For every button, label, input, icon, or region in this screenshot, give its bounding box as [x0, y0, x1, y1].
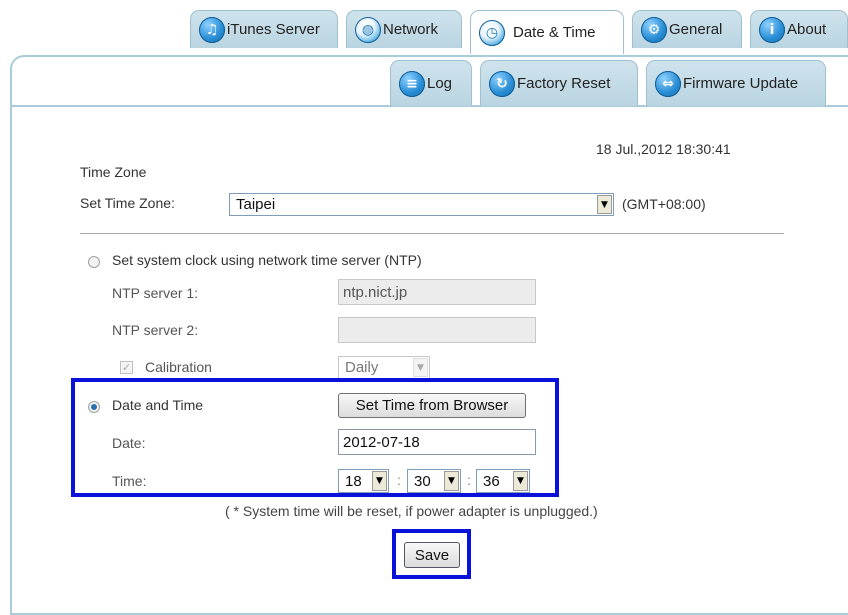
calibration-label: Calibration	[145, 359, 212, 375]
tab-label: Date & Time	[513, 24, 596, 41]
time-separator: :	[397, 472, 401, 488]
log-icon: ≡	[399, 70, 425, 97]
tab-label: Network	[383, 21, 439, 38]
hour-value: 18	[345, 472, 362, 490]
chevron-down-icon: ▼	[513, 471, 528, 491]
divider	[80, 233, 784, 234]
info-icon: i	[759, 16, 785, 43]
tab-label: About	[787, 21, 827, 38]
reset-icon: ↻	[489, 70, 515, 97]
timezone-offset: (GMT+08:00)	[622, 196, 706, 212]
hour-select[interactable]: 18 ▼	[338, 469, 389, 493]
tab-itunes-server[interactable]: ♫ iTunes Server	[190, 10, 338, 48]
tab-label: Firmware Update	[683, 75, 799, 92]
firmware-update-icon: ⇔	[655, 70, 681, 97]
tab-log[interactable]: ≡ Log	[390, 60, 472, 106]
timezone-value: Taipei	[236, 196, 276, 213]
time-separator: :	[467, 472, 471, 488]
calibration-value: Daily	[345, 359, 379, 376]
tab-label: iTunes Server	[227, 21, 320, 38]
ntp-option-label: Set system clock using network time serv…	[112, 252, 422, 268]
time-label: Time:	[112, 473, 147, 489]
tab-label: Log	[427, 75, 453, 92]
ntp-server1-input[interactable]: ntp.nict.jp	[338, 279, 536, 305]
timezone-select[interactable]: Taipei ▼	[229, 193, 614, 216]
set-time-from-browser-button[interactable]: Set Time from Browser	[338, 393, 526, 418]
tab-label: Factory Reset	[517, 75, 611, 92]
tab-label: General	[669, 21, 723, 38]
tab-general[interactable]: ⚙ General	[632, 10, 742, 48]
tab-about[interactable]: i About	[750, 10, 848, 48]
minute-value: 30	[414, 472, 431, 490]
date-input[interactable]: 2012-07-18	[338, 429, 536, 455]
tab-firmware-update[interactable]: ⇔ Firmware Update	[646, 60, 826, 106]
clock-icon: ◷	[479, 19, 505, 46]
ntp-radio[interactable]	[88, 256, 100, 268]
minute-select[interactable]: 30 ▼	[407, 469, 461, 493]
power-note: ( * System time will be reset, if power …	[225, 503, 598, 519]
music-note-icon: ♫	[199, 16, 225, 43]
date-label: Date:	[112, 435, 146, 451]
network-globe-icon: ◍	[355, 16, 381, 43]
ntp-server2-label: NTP server 2:	[112, 322, 199, 338]
timezone-label: Set Time Zone:	[80, 195, 175, 211]
tab-date-time[interactable]: ◷ Date & Time	[470, 10, 624, 54]
second-select[interactable]: 36 ▼	[476, 469, 530, 493]
date-time-radio[interactable]	[88, 401, 100, 413]
tab-factory-reset[interactable]: ↻ Factory Reset	[480, 60, 638, 106]
ntp-server2-input[interactable]	[338, 317, 536, 343]
chevron-down-icon: ▼	[597, 195, 612, 214]
save-button[interactable]: Save	[404, 542, 460, 568]
tab-network[interactable]: ◍ Network	[346, 10, 462, 48]
timezone-section-title: Time Zone	[80, 164, 147, 180]
calibration-checkbox[interactable]: ✓	[120, 361, 133, 374]
chevron-down-icon: ▼	[372, 471, 387, 491]
second-value: 36	[483, 472, 500, 490]
chevron-down-icon: ▼	[444, 471, 459, 491]
calibration-select[interactable]: Daily ▼	[338, 356, 430, 379]
date-time-option-label: Date and Time	[112, 397, 204, 413]
chevron-down-icon: ▼	[413, 358, 428, 377]
current-datetime: 18 Jul.,2012 18:30:41	[596, 141, 731, 157]
gear-icon: ⚙	[641, 16, 667, 43]
ntp-server1-label: NTP server 1:	[112, 285, 199, 301]
